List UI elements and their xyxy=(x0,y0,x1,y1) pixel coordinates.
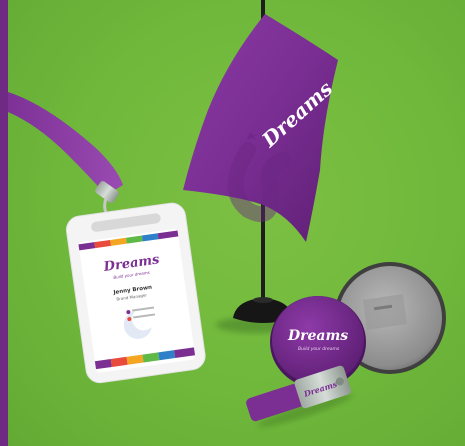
mockup-stage: Dreams Dreams Build your dreams Jenny Br… xyxy=(0,0,465,446)
lanyard-strap xyxy=(8,92,123,195)
left-border xyxy=(0,0,8,446)
product-mockup-canvas: Dreams Dreams Build your dreams Jenny Br… xyxy=(8,0,465,446)
badge-logo: Dreams xyxy=(287,328,348,344)
mockup-illustration: Dreams Dreams Build your dreams Jenny Br… xyxy=(8,0,446,428)
desk-flag: Dreams xyxy=(183,0,338,333)
id-card-holder: Dreams Build your dreams Jenny Brown Bra… xyxy=(65,202,206,384)
lanyard xyxy=(8,92,123,222)
badge-tagline: Build your dreams xyxy=(298,346,340,352)
